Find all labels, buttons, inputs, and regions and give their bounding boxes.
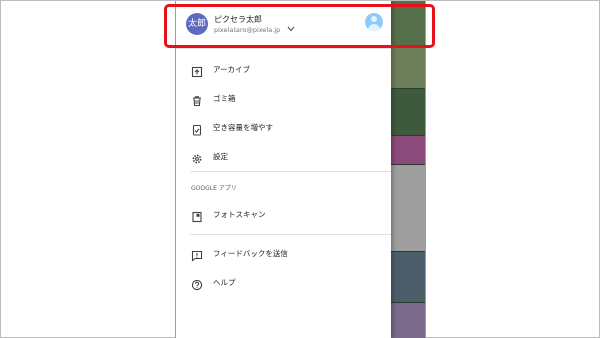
navigation-drawer: 太郎 ピクセラ太郎 pixelataro@pixela.jp アーカイブ ゴミ箱… — [176, 1, 391, 338]
divider — [190, 234, 391, 235]
menu-item-free-up-space[interactable]: 空き容量を増やす — [176, 116, 391, 140]
menu-item-label: ゴミ箱 — [213, 94, 236, 103]
screenshot-frame: 太郎 ピクセラ太郎 pixelataro@pixela.jp アーカイブ ゴミ箱… — [0, 0, 600, 338]
photo-thumbnail[interactable] — [391, 89, 425, 135]
photo-thumbnail[interactable] — [391, 252, 425, 302]
menu-item-label: アーカイブ — [213, 65, 251, 74]
menu-item-help[interactable]: ヘルプ — [176, 271, 391, 295]
photo-thumbnail[interactable] — [391, 165, 425, 251]
menu-item-label: ヘルプ — [213, 278, 236, 287]
menu-item-label: 設定 — [213, 152, 228, 161]
help-icon — [191, 276, 203, 291]
highlight-box — [164, 4, 435, 48]
photo-thumbnail[interactable] — [391, 136, 425, 164]
menu-item-settings[interactable]: 設定 — [176, 145, 391, 169]
menu-item-archive[interactable]: アーカイブ — [176, 58, 391, 82]
feedback-icon — [191, 247, 203, 262]
menu-item-send-feedback[interactable]: フィードバックを送信 — [176, 242, 391, 266]
free-up-space-icon — [191, 121, 203, 136]
photo-thumbnail[interactable] — [391, 303, 425, 338]
menu-item-label: フィードバックを送信 — [213, 249, 288, 258]
section-title-google-apps: GOOGLE アプリ — [191, 185, 237, 192]
photo-grid — [391, 1, 425, 338]
photo-thumbnail[interactable] — [391, 48, 425, 88]
menu-item-photoscan[interactable]: フォトスキャン — [176, 203, 391, 227]
gear-icon — [191, 150, 203, 164]
menu-item-trash[interactable]: ゴミ箱 — [176, 87, 391, 111]
photoscan-icon — [191, 208, 203, 223]
phone-screen: 太郎 ピクセラ太郎 pixelataro@pixela.jp アーカイブ ゴミ箱… — [175, 1, 426, 338]
menu-item-label: 空き容量を増やす — [213, 123, 273, 132]
divider — [190, 171, 391, 172]
menu-item-label: フォトスキャン — [213, 210, 266, 219]
archive-icon — [191, 63, 203, 78]
trash-icon — [191, 92, 203, 107]
